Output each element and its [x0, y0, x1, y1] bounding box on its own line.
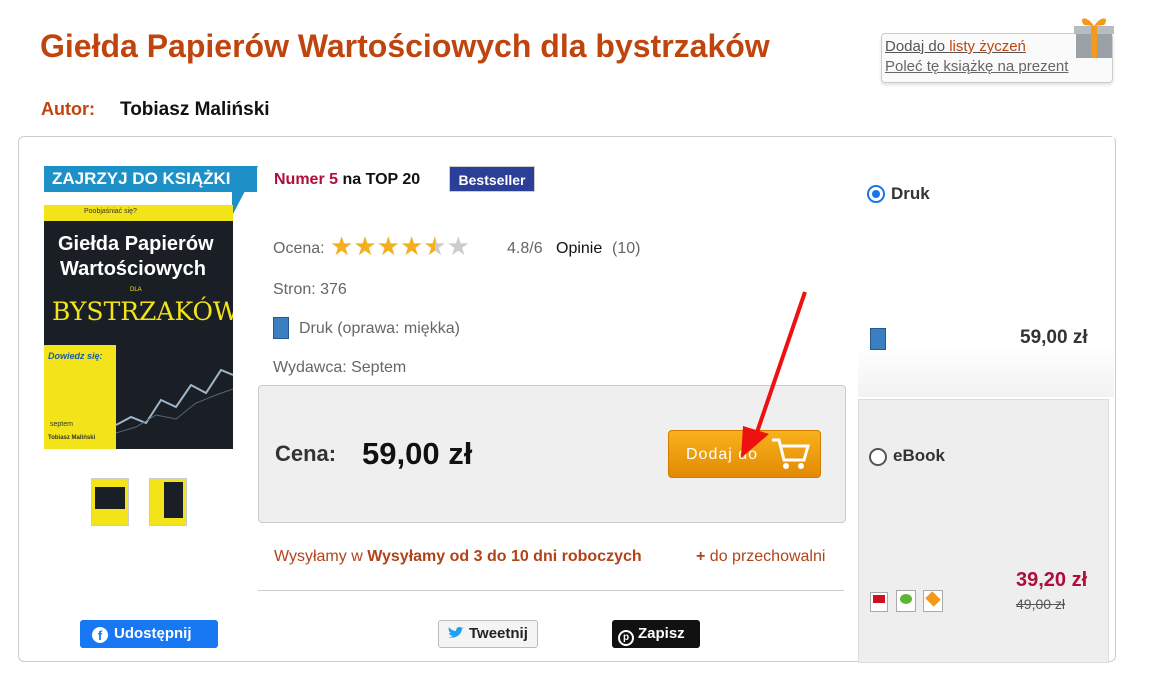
page-title: Giełda Papierów Wartościowych dla bystrz… — [40, 28, 770, 64]
banner-corner — [232, 166, 258, 216]
mobi-icon — [923, 590, 943, 612]
gift-icon — [1074, 18, 1114, 58]
ebook-old-price: 49,00 zł — [1016, 596, 1066, 612]
star-icon: ★ — [399, 231, 424, 261]
druk-price: 59,00 zł — [1020, 327, 1088, 348]
epub-icon — [896, 590, 916, 612]
rating-label: Ocena: — [273, 240, 325, 257]
plus-icon: + — [696, 548, 706, 565]
author-name[interactable]: Tobiasz Maliński — [120, 99, 270, 121]
ebook-label[interactable]: eBook — [893, 446, 945, 466]
facebook-icon: f — [92, 627, 108, 643]
price-value: 59,00 zł — [362, 436, 473, 471]
format-panel-ebook[interactable] — [858, 399, 1109, 663]
facebook-share-label: Udostępnij — [114, 625, 192, 642]
pinterest-icon: p — [618, 630, 634, 646]
opinions-count: (10) — [612, 240, 641, 257]
gift-recommend-link[interactable]: Poleć tę książkę na prezent — [885, 58, 1068, 75]
top-ranking[interactable]: Numer 5 na TOP 20 — [274, 171, 420, 189]
wishlist-prefix: Dodaj do — [885, 38, 950, 55]
ebook-price: 39,20 zł — [1016, 569, 1088, 591]
rating-value: 4.8/6 — [507, 240, 543, 257]
druk-label[interactable]: Druk — [891, 184, 930, 204]
cover-dla: DLA — [130, 287, 142, 293]
twitter-share-button[interactable]: Tweetnij — [438, 620, 538, 648]
book-icon — [273, 317, 289, 339]
cover-thumbnail-back[interactable] — [149, 478, 187, 526]
book-icon — [870, 328, 886, 350]
wishlist-link-text[interactable]: listy życzeń — [949, 38, 1026, 55]
publisher-info[interactable]: Wydawca: Septem — [273, 359, 406, 377]
cover-thumbnail-front[interactable] — [91, 478, 129, 526]
star-icon: ★ — [353, 231, 377, 261]
star-icon: ★ — [330, 231, 354, 261]
book-cover[interactable]: Poobjaśniać się? Giełda Papierów Wartośc… — [44, 205, 233, 449]
cover-brand: BYSTRZAKÓW — [52, 297, 233, 326]
add-to-wishlist-link[interactable]: Dodaj do listy życzeń — [885, 38, 1026, 55]
pinterest-save-button[interactable]: p Zapisz — [612, 620, 700, 648]
cover-publisher: septem — [50, 421, 73, 428]
pdf-icon — [870, 592, 888, 612]
price-label: Cena: — [275, 441, 337, 466]
pages-count: Stron: 376 — [273, 281, 347, 298]
cover-title-1: Giełda Papierów — [58, 233, 214, 255]
twitter-share-label: Tweetnij — [469, 625, 528, 642]
rank-rest: na TOP 20 — [338, 171, 421, 188]
look-inside-banner[interactable]: ZAJRZYJ DO KSIĄŻKI — [44, 166, 257, 192]
format-info: Druk (oprawa: miękka) — [299, 320, 460, 337]
star-icon: ★ — [376, 231, 400, 261]
cover-chart — [116, 368, 233, 434]
add-to-storage-link[interactable]: + do przechowalni — [696, 548, 825, 566]
divider — [258, 590, 844, 591]
cover-author: Tobiasz Maliński — [48, 435, 96, 441]
annotation-arrow — [741, 291, 807, 458]
cover-title-2: Wartościowych — [60, 258, 206, 280]
format-panel-druk[interactable] — [858, 137, 1114, 397]
shipping-info: Wysyłamy w Wysyłamy od 3 do 10 dni roboc… — [274, 548, 642, 566]
opinions-link[interactable]: Opinie — [556, 240, 602, 258]
cover-learn: Dowiedz się: — [48, 351, 103, 361]
storage-label: do przechowalni — [709, 548, 826, 565]
author-label: Autor: — [41, 99, 95, 119]
facebook-share-button[interactable]: f Udostępnij — [80, 620, 218, 648]
cover-tagline: Poobjaśniać się? — [84, 208, 137, 215]
rank-number: Numer 5 — [274, 171, 339, 188]
druk-radio[interactable] — [867, 185, 885, 203]
ebook-radio[interactable] — [869, 448, 887, 466]
star-empty-icon: ★ — [446, 231, 470, 261]
twitter-icon — [448, 627, 464, 638]
bestseller-badge: Bestseller — [449, 166, 535, 192]
pinterest-save-label: Zapisz — [638, 625, 685, 642]
star-half-icon: ★ — [423, 231, 447, 261]
rating-stars: ★★★★★★ — [330, 233, 470, 260]
shipping-time: Wysyłamy od 3 do 10 dni roboczych — [367, 548, 642, 565]
shipping-prefix: Wysyłamy w — [274, 548, 368, 565]
